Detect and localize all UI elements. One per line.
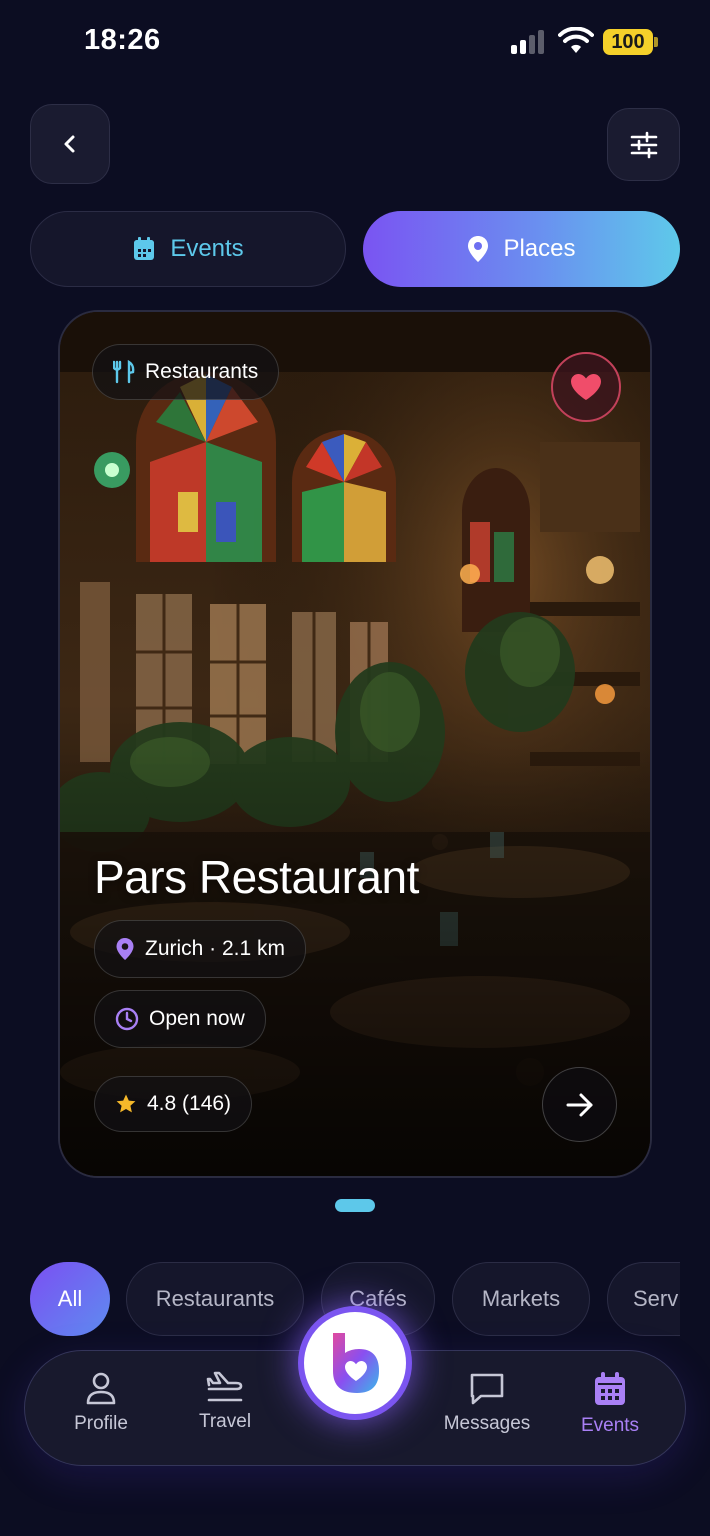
place-title: Pars Restaurant [94, 851, 419, 903]
wifi-icon [558, 27, 594, 53]
chevron-left-icon [64, 135, 75, 153]
heart-icon [571, 374, 601, 400]
category-pill-restaurants[interactable]: Restaurants [126, 1262, 304, 1336]
rating-label: 4.8 (146) [147, 1092, 232, 1115]
open-status-chip: Open now [94, 990, 266, 1048]
restaurant-photo [60, 312, 650, 1176]
location-pin-icon [468, 236, 489, 262]
nav-travel[interactable]: Travel [170, 1371, 280, 1451]
location-chip: Zurich · 2.1 km [94, 920, 307, 978]
airplane-icon [206, 1371, 243, 1402]
category-chip: Restaurants [92, 344, 280, 400]
back-button[interactable] [30, 104, 110, 184]
rating-chip: 4.8 (146) [94, 1076, 253, 1132]
chat-icon [470, 1373, 504, 1405]
favorite-button[interactable] [551, 352, 621, 422]
tab-events-label: Events [170, 235, 244, 262]
category-label: Restaurants [145, 360, 259, 383]
sliders-icon [630, 131, 657, 158]
fork-knife-icon [113, 360, 135, 384]
clock: 18:26 [84, 24, 161, 56]
nav-profile[interactable]: Profile [46, 1371, 156, 1451]
calendar-icon [134, 237, 155, 260]
open-status-label: Open now [149, 1007, 245, 1030]
star-icon [116, 1094, 136, 1113]
cellular-signal-icon [511, 30, 547, 54]
status-bar: 18:26 100 [0, 0, 710, 90]
nav-messages[interactable]: Messages [432, 1371, 542, 1451]
nav-profile-label: Profile [74, 1413, 128, 1434]
battery-indicator: 100 [603, 29, 658, 55]
location-label: Zurich · 2.1 km [145, 937, 286, 960]
nav-travel-label: Travel [198, 1411, 252, 1432]
category-pill-markets[interactable]: Markets [452, 1262, 590, 1336]
category-pill-services[interactable]: Serv [607, 1262, 680, 1336]
tab-places-label: Places [503, 235, 576, 262]
person-icon [86, 1372, 116, 1405]
tab-events[interactable]: Events [30, 211, 346, 287]
place-card[interactable]: Restaurants Pars Restaurant Zurich · 2.1… [58, 310, 652, 1178]
calendar-icon [595, 1372, 625, 1405]
location-pin-icon [116, 938, 134, 960]
category-pill-all[interactable]: All [30, 1262, 110, 1336]
home-logo-button[interactable] [298, 1306, 412, 1420]
pager-indicator [335, 1199, 375, 1212]
arrow-right-icon [566, 1093, 592, 1116]
app-logo-icon [333, 1333, 379, 1393]
open-place-button[interactable] [542, 1067, 617, 1142]
clock-icon [115, 1007, 139, 1031]
nav-messages-label: Messages [443, 1413, 531, 1434]
nav-events-label: Events [580, 1415, 640, 1436]
nav-events[interactable]: Events [555, 1371, 665, 1451]
filter-button[interactable] [607, 108, 680, 181]
tab-places[interactable]: Places [363, 211, 680, 287]
